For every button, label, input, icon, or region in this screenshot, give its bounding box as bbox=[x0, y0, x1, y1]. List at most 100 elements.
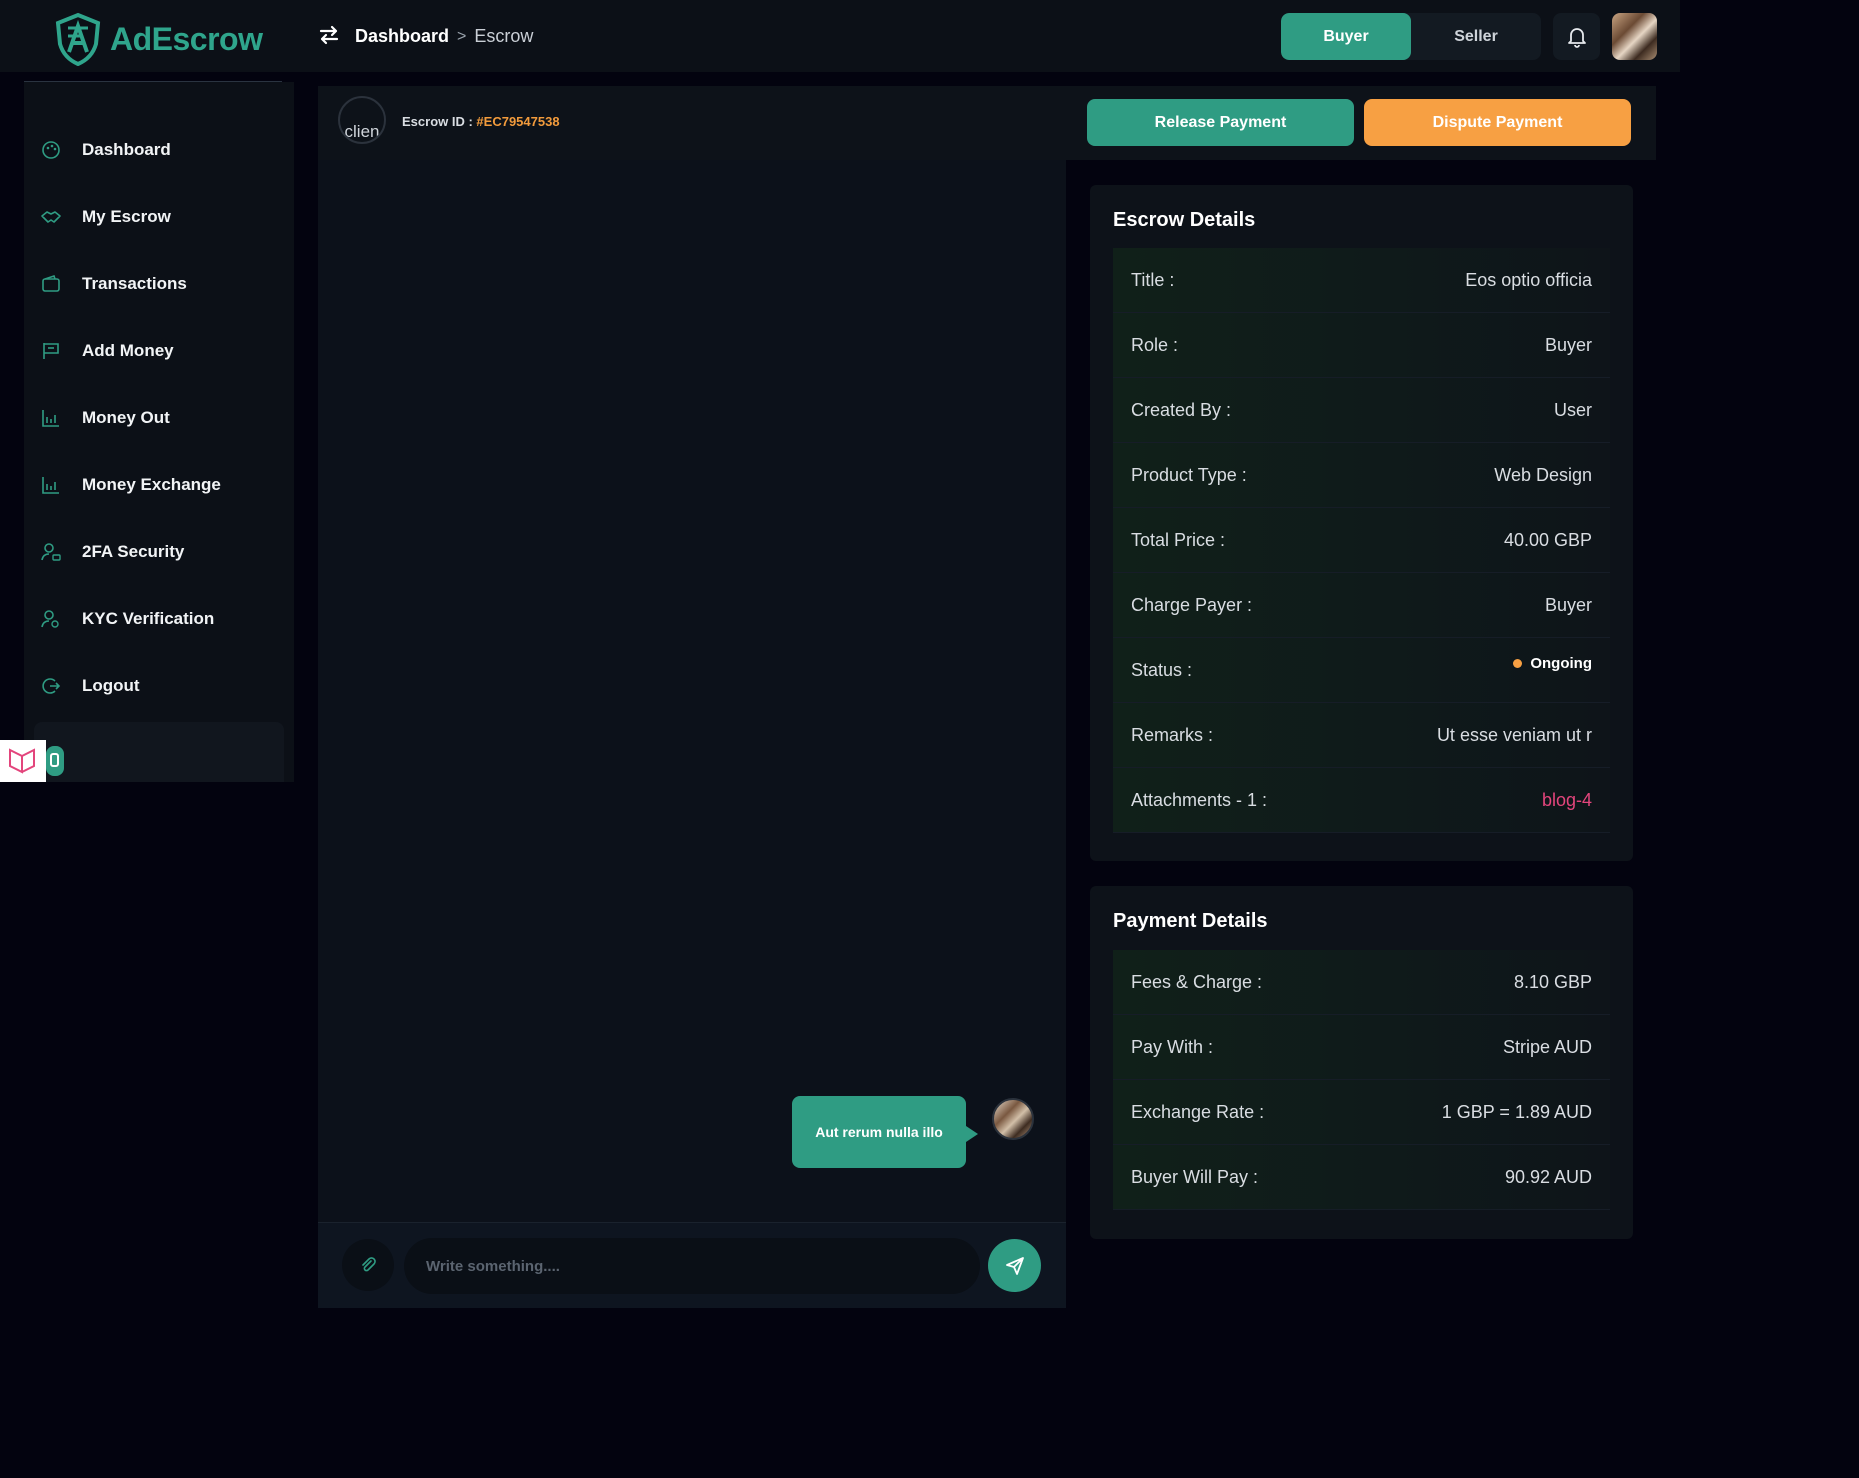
buyer-role-button[interactable]: Buyer bbox=[1281, 13, 1411, 60]
payment-value: 90.92 AUD bbox=[1504, 1166, 1592, 1187]
detail-value: Buyer bbox=[1544, 594, 1592, 615]
detail-key: Created By : bbox=[1131, 399, 1232, 420]
sidebar-item-kyc-verification[interactable]: KYC Verification bbox=[40, 608, 214, 630]
sidebar-item-logout[interactable]: Logout bbox=[40, 675, 140, 697]
app-name: AdEscrow bbox=[110, 20, 263, 57]
breadcrumb: Dashboard > Escrow bbox=[355, 26, 533, 47]
sidebar-item-label: Money Out bbox=[82, 408, 170, 427]
bell-icon bbox=[1567, 27, 1586, 48]
paperclip-icon bbox=[362, 1257, 376, 1272]
payment-details-title: Payment Details bbox=[1113, 910, 1268, 932]
sidebar-item-money-exchange[interactable]: Money Exchange bbox=[40, 474, 221, 496]
detail-key: Attachments - 1 : bbox=[1131, 789, 1268, 810]
logout-icon bbox=[42, 678, 61, 694]
message-sender-avatar bbox=[992, 1098, 1034, 1140]
sidebar-item-label: Money Exchange bbox=[82, 475, 221, 494]
app-logo[interactable]: AdEscrow bbox=[52, 12, 263, 66]
sidebar-item-dashboard[interactable]: Dashboard bbox=[40, 139, 171, 161]
top-bar: AdEscrow Dashboard > Escrow Buyer Seller bbox=[0, 0, 1680, 72]
detail-value: 40.00 GBP bbox=[1503, 529, 1592, 550]
attach-file-button[interactable] bbox=[342, 1239, 394, 1291]
escrow-details-card: Escrow Details Title : Eos optio officia… bbox=[1090, 185, 1633, 861]
detail-row-role: Role : Buyer bbox=[1113, 313, 1610, 378]
payment-details-card: Payment Details Fees & Charge : 8.10 GBP… bbox=[1090, 886, 1633, 1239]
escrow-id: Escrow ID : #EC79547538 bbox=[402, 114, 560, 129]
swap-arrows-icon[interactable] bbox=[318, 24, 340, 46]
detail-value: Web Design bbox=[1494, 464, 1592, 485]
detail-key: Charge Payer : bbox=[1131, 594, 1253, 615]
sidebar-item-my-escrow[interactable]: My Escrow bbox=[40, 206, 171, 228]
detail-key: Title : bbox=[1131, 269, 1175, 290]
chart-icon bbox=[42, 477, 59, 494]
sidebar-item-label: Add Money bbox=[82, 341, 174, 360]
client-avatar: clien bbox=[338, 96, 386, 144]
sidebar-item-label: Logout bbox=[82, 676, 140, 695]
detail-value: Eos optio officia bbox=[1465, 269, 1592, 290]
detail-row-total-price: Total Price : 40.00 GBP bbox=[1113, 508, 1610, 573]
escrow-details-title: Escrow Details bbox=[1113, 209, 1256, 231]
status-value: Ongoing bbox=[1530, 654, 1592, 672]
payment-value: 1 GBP = 1.89 AUD bbox=[1441, 1101, 1592, 1122]
payment-row-fees: Fees & Charge : 8.10 GBP bbox=[1113, 950, 1610, 1015]
payment-row-buyer-will-pay: Buyer Will Pay : 90.92 AUD bbox=[1113, 1145, 1610, 1210]
notifications-button[interactable] bbox=[1553, 13, 1600, 60]
sidebar: Dashboard My Escrow Transactions Add Mon… bbox=[24, 82, 294, 782]
escrow-id-value: #EC79547538 bbox=[476, 114, 560, 129]
payment-key: Buyer Will Pay : bbox=[1131, 1166, 1259, 1187]
sidebar-item-transactions[interactable]: Transactions bbox=[40, 273, 187, 295]
sidebar-item-label: Dashboard bbox=[82, 140, 171, 159]
chart-icon bbox=[42, 410, 59, 427]
sidebar-item-label: KYC Verification bbox=[82, 609, 215, 628]
detail-value: Ut esse veniam ut r bbox=[1436, 724, 1592, 745]
detail-key: Role : bbox=[1131, 334, 1179, 355]
user-search-icon bbox=[41, 610, 59, 628]
detail-row-status: Status : Ongoing bbox=[1113, 638, 1610, 703]
sidebar-item-2fa-security[interactable]: 2FA Security bbox=[40, 541, 184, 563]
dispute-payment-button[interactable]: Dispute Payment bbox=[1364, 99, 1631, 146]
escrow-details-list: Title : Eos optio officia Role : Buyer C… bbox=[1113, 248, 1610, 833]
detail-value: User bbox=[1553, 399, 1592, 420]
send-message-button[interactable] bbox=[988, 1239, 1041, 1292]
user-lock-icon bbox=[41, 543, 61, 561]
payment-value: 8.10 GBP bbox=[1513, 971, 1592, 992]
payment-details-list: Fees & Charge : 8.10 GBP Pay With : Stri… bbox=[1113, 950, 1610, 1210]
breadcrumb-current: Escrow bbox=[474, 26, 534, 46]
status-badge: Ongoing bbox=[1513, 655, 1592, 672]
sidebar-item-money-out[interactable]: Money Out bbox=[40, 407, 170, 429]
detail-key: Status : bbox=[1131, 659, 1193, 680]
escrow-id-label: Escrow ID : bbox=[402, 114, 477, 129]
seller-role-button[interactable]: Seller bbox=[1411, 13, 1541, 60]
detail-row-product-type: Product Type : Web Design bbox=[1113, 443, 1610, 508]
role-toggle: Buyer Seller bbox=[1281, 13, 1541, 60]
chat-input-bar bbox=[318, 1222, 1066, 1308]
escrow-header: clien Escrow ID : #EC79547538 Release Pa… bbox=[318, 86, 1656, 160]
sidebar-item-add-money[interactable]: Add Money bbox=[40, 340, 174, 362]
release-payment-button[interactable]: Release Payment bbox=[1087, 99, 1354, 146]
breadcrumb-dashboard-link[interactable]: Dashboard bbox=[355, 26, 449, 47]
chat-message-bubble: Aut rerum nulla illo bbox=[792, 1096, 978, 1168]
detail-row-created-by: Created By : User bbox=[1113, 378, 1610, 443]
user-avatar[interactable] bbox=[1612, 13, 1657, 60]
message-input[interactable] bbox=[404, 1238, 980, 1294]
sidebar-item-label: 2FA Security bbox=[82, 542, 185, 561]
payment-key: Pay With : bbox=[1131, 1036, 1214, 1057]
palette-icon bbox=[42, 141, 60, 159]
payment-row-exchange-rate: Exchange Rate : 1 GBP = 1.89 AUD bbox=[1113, 1080, 1610, 1145]
sidebar-footer bbox=[34, 722, 284, 782]
wallet-icon bbox=[42, 274, 60, 292]
chat-panel: Aut rerum nulla illo bbox=[318, 160, 1066, 1308]
sidebar-item-label: My Escrow bbox=[82, 207, 171, 226]
attachment-link[interactable]: blog-4 bbox=[1542, 790, 1592, 811]
sidebar-item-label: Transactions bbox=[82, 274, 187, 293]
detail-key: Remarks : bbox=[1131, 724, 1214, 745]
detail-row-attachments: Attachments - 1 : blog-4 bbox=[1113, 768, 1610, 833]
payment-key: Exchange Rate : bbox=[1131, 1101, 1265, 1122]
flag-icon bbox=[43, 343, 59, 359]
detail-row-charge-payer: Charge Payer : Buyer bbox=[1113, 573, 1610, 638]
shield-logo-icon bbox=[55, 12, 101, 66]
client-avatar-alt-text: clien bbox=[344, 122, 380, 141]
payment-key: Fees & Charge : bbox=[1131, 971, 1263, 992]
debug-toolbar-icon[interactable] bbox=[0, 740, 64, 782]
detail-value: Buyer bbox=[1544, 334, 1592, 355]
detail-row-title: Title : Eos optio officia bbox=[1113, 248, 1610, 313]
